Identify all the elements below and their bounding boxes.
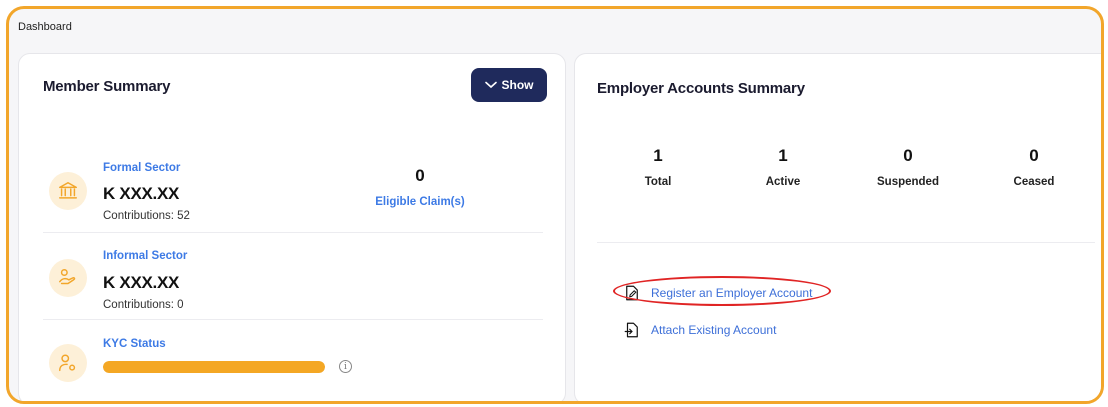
attach-existing-account-link[interactable]: Attach Existing Account (623, 321, 776, 339)
stat-label: Active (765, 176, 801, 188)
register-employer-account-link[interactable]: Register an Employer Account (623, 284, 812, 302)
stat-ceased: 0 Ceased (989, 146, 1079, 188)
file-import-icon (624, 322, 638, 338)
stat-label: Total (644, 176, 672, 188)
user-key-icon (49, 344, 87, 382)
stat-label: Ceased (1013, 176, 1055, 188)
employer-summary-title: Employer Accounts Summary (597, 80, 805, 97)
breadcrumb[interactable]: Dashboard (18, 21, 72, 33)
stat-value: 0 (903, 146, 913, 165)
info-icon[interactable]: i (339, 360, 352, 373)
kyc-status-link[interactable]: KYC Status (103, 338, 166, 350)
formal-sector-amount: K XXX.XX (103, 184, 180, 203)
register-employer-account-label: Register an Employer Account (651, 286, 813, 300)
eligible-claims-link[interactable]: Eligible Claim(s) (360, 196, 480, 208)
divider (597, 242, 1095, 243)
divider (43, 232, 543, 233)
kyc-progress-bar (103, 361, 325, 373)
formal-sector-link[interactable]: Formal Sector (103, 162, 180, 174)
informal-sector-contributions: Contributions: 0 (103, 299, 184, 311)
stat-value: 0 (1029, 146, 1039, 165)
edit-document-icon (626, 285, 638, 301)
stat-suspended: 0 Suspended (863, 146, 953, 188)
eligible-claims-count: 0 (415, 166, 425, 185)
stat-value: 1 (778, 146, 788, 165)
chevron-down-icon (484, 81, 497, 89)
bank-icon (49, 172, 87, 210)
member-summary-title: Member Summary (43, 78, 171, 95)
member-summary-card: Member Summary Show Formal Sector K XXX.… (18, 53, 566, 401)
dashboard-frame: Dashboard Member Summary Show Formal Sec… (6, 6, 1104, 404)
show-button-label: Show (501, 78, 534, 92)
hand-coin-icon (49, 259, 87, 297)
attach-existing-account-label: Attach Existing Account (651, 323, 777, 337)
formal-sector-contributions: Contributions: 52 (103, 210, 190, 222)
stat-total: 1 Total (613, 146, 703, 188)
divider (43, 319, 543, 320)
stat-active: 1 Active (738, 146, 828, 188)
employer-summary-card: Employer Accounts Summary 1 Total 1 Acti… (574, 53, 1101, 401)
show-button[interactable]: Show (471, 68, 547, 102)
kyc-progress-fill (103, 361, 325, 373)
stat-value: 1 (653, 146, 663, 165)
informal-sector-amount: K XXX.XX (103, 273, 180, 292)
stat-label: Suspended (877, 176, 939, 188)
informal-sector-link[interactable]: Informal Sector (103, 250, 187, 262)
